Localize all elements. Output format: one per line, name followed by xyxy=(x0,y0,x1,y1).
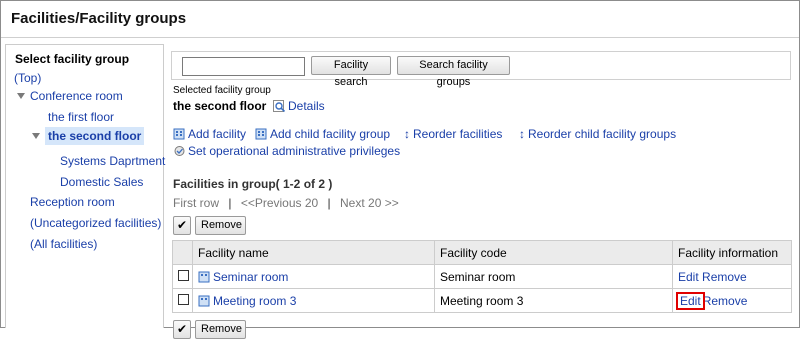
search-input[interactable] xyxy=(182,57,305,76)
remove-button-top[interactable]: Remove xyxy=(195,216,246,235)
facilities-table: Facility name Facility code Facility inf… xyxy=(172,240,792,313)
row-checkbox[interactable] xyxy=(178,269,189,281)
list-heading: Facilities in group( 1-2 of 2 ) xyxy=(173,177,333,191)
details-label: Details xyxy=(288,99,325,113)
privileges-icon xyxy=(174,146,185,156)
add-child-group-link[interactable]: Add child facility group xyxy=(255,127,390,141)
facility-code-cell: Meeting room 3 xyxy=(434,288,673,313)
expand-triangle-icon[interactable] xyxy=(17,93,25,99)
search-bar: Facility search Search facility groups xyxy=(171,51,791,88)
page-title: Facilities/Facility groups xyxy=(11,10,187,27)
add-facility-icon xyxy=(173,128,185,140)
row-checkbox-cell xyxy=(172,264,193,289)
facility-icon xyxy=(198,295,210,306)
header-facility-code: Facility code xyxy=(434,240,673,265)
main-panel: Facility search Search facility groups S… xyxy=(164,44,800,339)
remove-button-bottom[interactable]: Remove xyxy=(195,320,246,339)
pager: First row | <<Previous 20 | Next 20 >> xyxy=(173,196,399,210)
facility-info-cell: Edit Remove xyxy=(672,264,792,289)
magnifier-icon xyxy=(273,100,286,112)
reorder-child-groups-link[interactable]: ↕ Reorder child facility groups xyxy=(519,127,676,141)
reorder-arrows-icon: ↕ xyxy=(519,127,525,141)
next-link[interactable]: Next 20 >> xyxy=(340,196,399,210)
set-privileges-link[interactable]: Set operational administrative privilege… xyxy=(173,144,400,158)
add-facility-link[interactable]: Add facility xyxy=(173,127,246,141)
row-checkbox-cell xyxy=(172,288,193,313)
facility-name-link[interactable]: Meeting room 3 xyxy=(213,294,296,308)
expand-triangle-icon[interactable] xyxy=(32,133,40,139)
tree-item-reception-room[interactable]: Reception room xyxy=(30,195,115,209)
header-checkbox-cell xyxy=(172,240,193,265)
tree-item-conference-room[interactable]: Conference room xyxy=(30,89,123,103)
previous-link[interactable]: <<Previous 20 xyxy=(241,196,318,210)
tree-row-conference-room: Conference room xyxy=(17,89,123,103)
pager-separator: | xyxy=(327,196,331,210)
tree-row-second-floor: the second floor xyxy=(32,127,145,145)
add-child-group-label: Add child facility group xyxy=(270,127,391,141)
selected-group-caption: Selected facility group xyxy=(173,85,271,96)
facility-icon xyxy=(198,271,210,282)
facility-name-cell: Seminar room xyxy=(192,264,435,289)
facility-search-button[interactable]: Facility search xyxy=(311,56,391,88)
select-all-check-button-bottom[interactable]: ✔ xyxy=(173,320,191,339)
tree-item-domestic-sales[interactable]: Domestic Sales xyxy=(60,175,143,189)
facility-code-cell: Seminar room xyxy=(434,264,673,289)
title-divider xyxy=(1,37,799,38)
window-frame: Facilities/Facility groups Select facili… xyxy=(0,0,800,339)
sidebar-heading: Select facility group xyxy=(15,52,130,66)
edit-link-highlighted[interactable]: Edit xyxy=(676,291,705,310)
pager-separator: | xyxy=(228,196,232,210)
tree-item-systems-department[interactable]: Systems Daprtment xyxy=(60,154,165,168)
details-link[interactable]: Details xyxy=(273,99,325,113)
tree-item-all-facilities[interactable]: (All facilities) xyxy=(30,237,97,251)
first-row-link[interactable]: First row xyxy=(173,196,219,210)
facility-name-cell: Meeting room 3 xyxy=(192,288,435,313)
remove-link[interactable]: Remove xyxy=(703,294,748,308)
tree-item-second-floor[interactable]: the second floor xyxy=(45,127,145,145)
tree-item-top[interactable]: (Top) xyxy=(14,71,41,85)
remove-link[interactable]: Remove xyxy=(702,270,747,284)
select-all-check-button[interactable]: ✔ xyxy=(173,216,191,235)
reorder-arrows-icon: ↕ xyxy=(404,127,410,141)
add-group-icon xyxy=(255,128,267,140)
set-privileges-label: Set operational administrative privilege… xyxy=(188,144,401,158)
tree-item-uncategorized[interactable]: (Uncategorized facilities) xyxy=(30,216,161,230)
edit-link[interactable]: Edit xyxy=(678,270,699,284)
table-row: Seminar room Seminar room Edit Remove xyxy=(172,264,792,289)
reorder-facilities-label: Reorder facilities xyxy=(413,127,503,141)
table-header-row: Facility name Facility code Facility inf… xyxy=(172,240,792,265)
add-facility-label: Add facility xyxy=(188,127,247,141)
tree-item-first-floor[interactable]: the first floor xyxy=(48,110,114,124)
reorder-child-groups-label: Reorder child facility groups xyxy=(528,127,677,141)
selected-group-name: the second floor xyxy=(173,99,267,113)
row-checkbox[interactable] xyxy=(178,293,189,305)
facility-info-cell: Edit Remove xyxy=(672,288,792,313)
table-row: Meeting room 3 Meeting room 3 Edit Remove xyxy=(172,288,792,313)
sidebar: Select facility group (Top) Conference r… xyxy=(5,44,165,328)
search-groups-button[interactable]: Search facility groups xyxy=(397,56,510,88)
reorder-facilities-link[interactable]: ↕ Reorder facilities xyxy=(404,127,502,141)
facility-name-link[interactable]: Seminar room xyxy=(213,270,288,284)
header-facility-information: Facility information xyxy=(672,240,792,265)
header-facility-name: Facility name xyxy=(192,240,435,265)
